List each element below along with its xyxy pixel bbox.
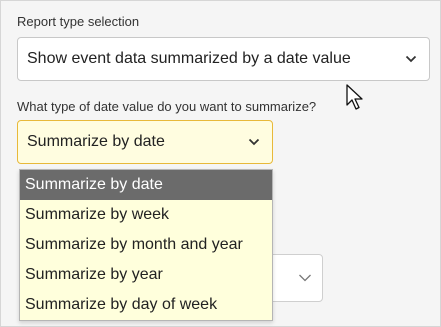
date-type-select-value: Summarize by date <box>27 133 165 150</box>
form-panel: Report type selection Show event data su… <box>0 0 441 327</box>
date-type-dropdown-list: Summarize by date Summarize by week Summ… <box>19 169 273 321</box>
dropdown-option-week[interactable]: Summarize by week <box>20 200 272 230</box>
report-type-select-value: Show event data summarized by a date val… <box>27 50 351 67</box>
dropdown-option-date[interactable]: Summarize by date <box>20 170 272 200</box>
date-type-label: What type of date value do you want to s… <box>17 99 317 114</box>
dropdown-option-year[interactable]: Summarize by year <box>20 260 272 290</box>
mouse-pointer-icon <box>346 84 363 110</box>
chevron-down-icon <box>299 274 311 282</box>
dropdown-option-day-of-week[interactable]: Summarize by day of week <box>20 290 272 320</box>
chevron-down-icon <box>405 55 417 63</box>
date-type-select[interactable]: Summarize by date <box>17 120 273 164</box>
report-type-select[interactable]: Show event data summarized by a date val… <box>17 37 430 81</box>
report-type-label: Report type selection <box>17 14 140 29</box>
dropdown-option-month-year[interactable]: Summarize by month and year <box>20 230 272 260</box>
chevron-down-icon <box>248 138 260 146</box>
